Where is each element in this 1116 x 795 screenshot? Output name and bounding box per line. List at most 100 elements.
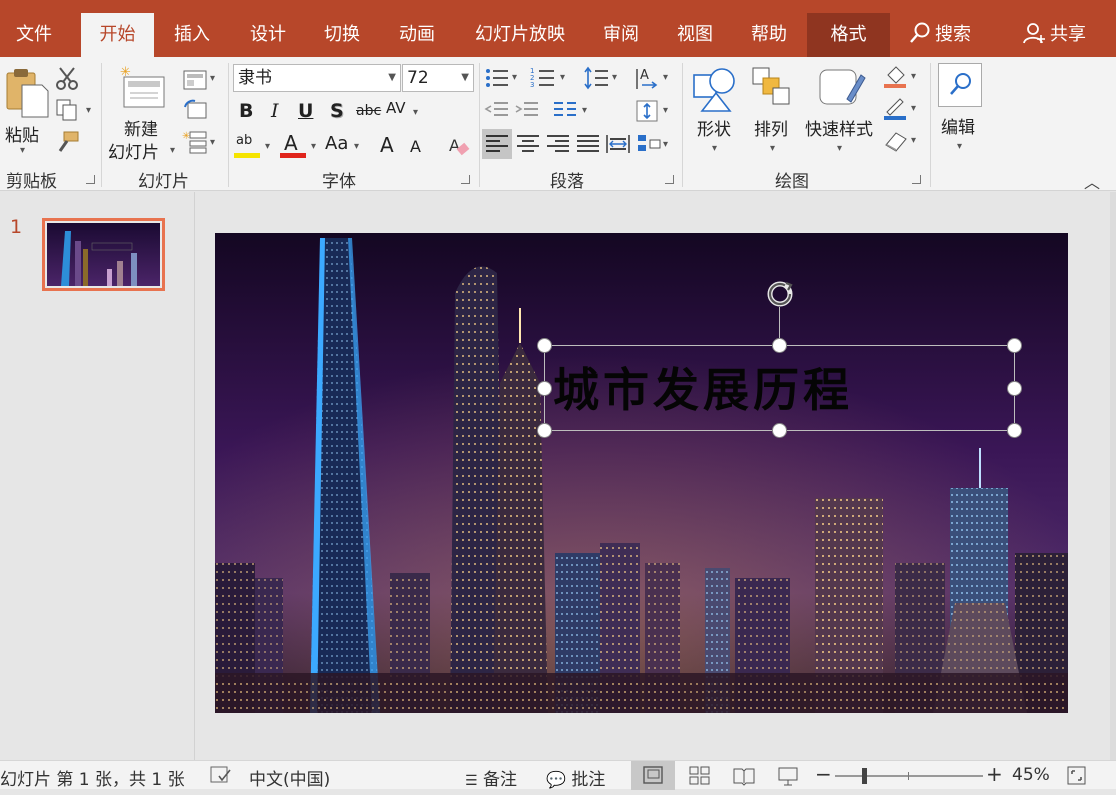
slide-title[interactable]: 城市发展历程 — [553, 354, 853, 420]
text-direction-icon[interactable]: A — [634, 65, 660, 91]
resize-handle-top-left[interactable] — [537, 338, 552, 353]
clear-formatting-icon[interactable]: A — [446, 133, 472, 159]
reset-icon[interactable] — [182, 97, 208, 123]
ribbon-tab-bar: 文件 开始 插入 设计 切换 动画 幻灯片放映 审阅 视图 帮助 格式 搜索 共… — [0, 0, 1116, 57]
distributed-icon[interactable] — [605, 131, 631, 157]
slide-sorter-icon[interactable] — [688, 764, 712, 788]
spell-check-icon[interactable] — [209, 765, 233, 785]
zoom-slider-thumb[interactable] — [862, 768, 867, 784]
shrink-font-button[interactable]: A — [410, 137, 421, 156]
new-slide-label-1: 新建 — [124, 120, 158, 140]
increase-indent-icon[interactable] — [514, 98, 540, 124]
bullets-icon[interactable] — [484, 65, 510, 91]
arrange-button[interactable]: 排列 ▾ — [750, 63, 798, 163]
resize-handle-right[interactable] — [1007, 381, 1022, 396]
strikethrough-button[interactable]: abc — [356, 103, 381, 119]
zoom-out-button[interactable]: − — [815, 762, 832, 786]
comments-button[interactable]: 💬 批注 — [546, 765, 605, 790]
search-icon — [910, 22, 930, 43]
search-icon — [950, 73, 971, 95]
columns-icon[interactable] — [552, 98, 578, 124]
tab-home[interactable]: 开始 — [81, 13, 154, 57]
language-status[interactable]: 中文(中国) — [249, 765, 330, 790]
editing-button[interactable]: 编辑 ▾ — [936, 63, 984, 163]
share-button[interactable]: 共享 — [1014, 13, 1094, 57]
paragraph-launcher-icon[interactable] — [665, 175, 674, 184]
tab-file[interactable]: 文件 — [0, 13, 68, 57]
copy-icon[interactable] — [54, 97, 80, 123]
font-launcher-icon[interactable] — [461, 175, 470, 184]
bold-button[interactable]: B — [239, 100, 253, 122]
resize-handle-bottom-right[interactable] — [1007, 423, 1022, 438]
slide-canvas[interactable]: 城市发展历程 — [215, 233, 1068, 713]
align-text-icon[interactable] — [634, 98, 660, 124]
tab-view[interactable]: 视图 — [664, 13, 726, 57]
grow-font-button[interactable]: A — [380, 133, 394, 157]
align-left-button[interactable] — [482, 129, 512, 159]
italic-button[interactable]: I — [271, 100, 279, 122]
tab-insert[interactable]: 插入 — [160, 13, 224, 57]
shapes-button[interactable]: 形状 ▾ — [690, 63, 742, 163]
zoom-in-button[interactable]: + — [986, 762, 1003, 786]
rotate-handle-icon[interactable] — [762, 278, 798, 314]
resize-handle-left[interactable] — [537, 381, 552, 396]
underline-button[interactable]: U — [298, 100, 313, 122]
cut-icon[interactable] — [54, 65, 80, 91]
justify-icon[interactable] — [575, 131, 601, 157]
quick-styles-button[interactable]: 快速样式 ▾ — [803, 63, 879, 163]
tell-me-search[interactable]: 搜索 — [900, 13, 980, 57]
resize-handle-bottom[interactable] — [772, 423, 787, 438]
highlight-button[interactable]: ab — [234, 131, 264, 161]
font-color-label: A — [284, 131, 298, 155]
change-case-button[interactable]: Aa — [325, 133, 348, 154]
font-size-combo[interactable]: 72 ▼ — [402, 64, 474, 92]
align-right-icon[interactable] — [545, 131, 571, 157]
shadow-button[interactable]: S — [330, 100, 344, 122]
slide-thumbnail[interactable] — [42, 218, 165, 291]
fit-to-window-icon[interactable] — [1066, 765, 1088, 787]
reading-view-icon[interactable] — [732, 764, 756, 788]
line-spacing-icon[interactable] — [584, 65, 610, 91]
char-spacing-button[interactable]: AV — [386, 99, 406, 117]
tab-animations[interactable]: 动画 — [385, 13, 449, 57]
font-size-value: 72 — [407, 68, 429, 88]
tab-review[interactable]: 审阅 — [590, 13, 652, 57]
tab-format[interactable]: 格式 — [807, 13, 890, 57]
tab-help[interactable]: 帮助 — [738, 13, 800, 57]
new-slide-button[interactable]: ✳ 新建 幻灯片 ▾ — [106, 63, 178, 163]
font-color-button[interactable]: A — [280, 131, 310, 161]
shape-outline-icon[interactable] — [882, 95, 908, 121]
vertical-scrollbar[interactable] — [1110, 192, 1116, 760]
normal-view-button[interactable] — [631, 761, 675, 790]
title-textbox[interactable]: 城市发展历程 — [544, 345, 1015, 431]
clipboard-launcher-icon[interactable] — [86, 175, 95, 184]
decrease-indent-icon[interactable] — [484, 98, 510, 124]
quick-styles-icon — [819, 69, 866, 105]
format-painter-icon[interactable] — [54, 129, 80, 155]
tab-transitions[interactable]: 切换 — [310, 13, 374, 57]
comment-icon: 💬 — [546, 770, 566, 789]
collapse-ribbon-icon[interactable]: ︿ — [1084, 169, 1100, 193]
zoom-slider[interactable] — [835, 768, 983, 784]
layout-icon[interactable] — [182, 67, 208, 93]
tab-design[interactable]: 设计 — [236, 13, 300, 57]
drawing-launcher-icon[interactable] — [912, 175, 921, 184]
paste-button[interactable]: 粘贴 ▾ — [2, 63, 49, 156]
section-icon[interactable]: ✳ — [182, 129, 208, 155]
shape-fill-icon[interactable] — [882, 63, 908, 89]
align-left-icon — [486, 135, 508, 152]
align-center-icon[interactable] — [515, 131, 541, 157]
slideshow-icon[interactable] — [776, 764, 800, 788]
resize-handle-top[interactable] — [772, 338, 787, 353]
notes-button[interactable]: ☰ 备注 — [465, 765, 517, 790]
resize-handle-bottom-left[interactable] — [537, 423, 552, 438]
thumbnail-pane: 1 — [0, 192, 195, 760]
zoom-level[interactable]: 45% — [1012, 765, 1050, 785]
resize-handle-top-right[interactable] — [1007, 338, 1022, 353]
numbering-icon[interactable]: 1 2 3 — [530, 65, 556, 91]
svg-text:A: A — [640, 68, 649, 83]
tab-slideshow[interactable]: 幻灯片放映 — [462, 13, 578, 57]
shape-effects-icon[interactable] — [882, 127, 908, 153]
font-name-combo[interactable]: 隶书 ▼ — [233, 64, 401, 92]
smartart-icon[interactable] — [636, 131, 662, 157]
